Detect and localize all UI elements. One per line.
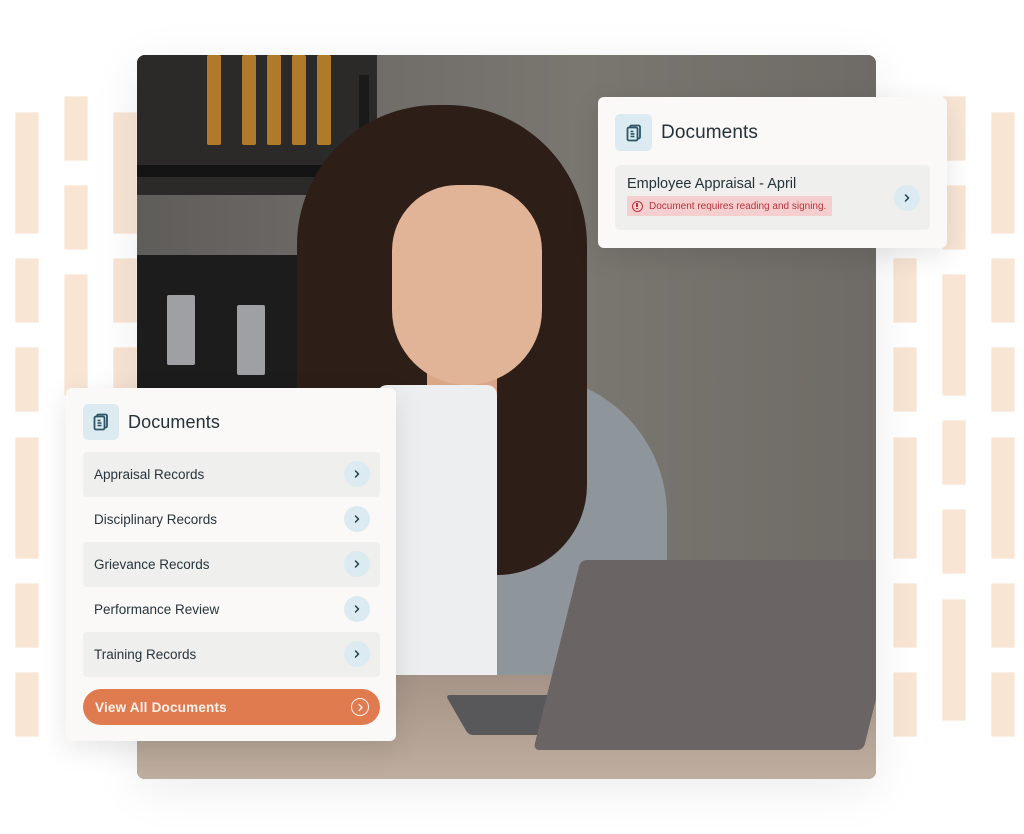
list-item-label: Appraisal Records [94,467,205,482]
list-item-label: Performance Review [94,602,220,617]
decor-bar [893,672,917,737]
decor-bar [991,437,1015,559]
list-item-label: Disciplinary Records [94,512,218,527]
decor-bar [942,599,966,721]
photo-file-label [237,305,265,375]
decor-bar [991,583,1015,648]
decor-bar [15,258,39,323]
decor-bar [893,258,917,323]
photo-binder [207,55,221,145]
decor-bar [15,112,39,234]
list-item-grievance-records[interactable]: Grievance Records [83,542,380,587]
view-all-label: View All Documents [95,699,227,715]
decor-bar [991,347,1015,412]
decor-bar [991,112,1015,234]
list-item-disciplinary-records[interactable]: Disciplinary Records [83,497,380,542]
view-all-documents-button[interactable]: View All Documents [83,689,380,725]
card-header: Documents [83,404,220,440]
photo-binder [267,55,281,145]
document-stack-icon [615,114,652,151]
decor-bar [942,420,966,485]
decor-bar [942,274,966,396]
chevron-right-icon [354,515,360,523]
decor-bar [893,347,917,412]
pending-document-item[interactable]: Employee Appraisal - April Document requ… [615,165,930,230]
decor-bar [991,258,1015,323]
decor-bar [64,96,88,161]
decor-bar [893,583,917,648]
decor-bar [991,672,1015,737]
arrow-circle-right-icon [351,698,369,716]
list-item-label: Training Records [94,647,197,662]
chevron-right-icon [354,470,360,478]
chevron-right-icon [354,560,360,568]
open-category-button[interactable] [344,641,370,667]
open-category-button[interactable] [344,506,370,532]
card-title: Documents [128,411,220,432]
card-title: Documents [661,121,758,143]
open-category-button[interactable] [344,461,370,487]
chevron-right-icon [354,605,360,613]
list-item-appraisal-records[interactable]: Appraisal Records [83,452,380,497]
open-document-button[interactable] [894,185,920,211]
photo-binder [317,55,331,145]
list-item-training-records[interactable]: Training Records [83,632,380,677]
decor-bar [64,185,88,250]
status-badge: Document requires reading and signing. [627,196,833,216]
document-title: Employee Appraisal - April [627,176,797,192]
photo-face [392,185,542,385]
decor-bar [15,437,39,559]
card-header: Documents [615,114,758,151]
open-category-button[interactable] [344,551,370,577]
decor-bar [113,112,137,234]
document-notification-card: Documents Employee Appraisal - April Doc… [598,97,947,248]
photo-laptop-lid [533,560,876,750]
photo-binder [292,55,306,145]
decor-bar [15,347,39,412]
alert-circle-icon [632,200,643,212]
open-category-button[interactable] [344,596,370,622]
decor-bar [893,437,917,559]
status-text: Document requires reading and signing. [649,200,827,212]
decor-bar [942,509,966,574]
decor-bar [113,258,137,323]
chevron-right-icon [354,650,360,658]
list-item-label: Grievance Records [94,557,210,572]
decor-bar [15,672,39,737]
decor-bar [15,583,39,648]
document-category-list: Appraisal Records Disciplinary Records G… [83,452,380,677]
photo-binder [242,55,256,145]
list-item-performance-review[interactable]: Performance Review [83,587,380,632]
decor-bar [64,274,88,396]
chevron-right-icon [904,194,910,202]
documents-list-card: Documents Appraisal Records Disciplinary… [66,388,396,741]
photo-file-label [167,295,195,365]
document-stack-icon [83,404,119,440]
